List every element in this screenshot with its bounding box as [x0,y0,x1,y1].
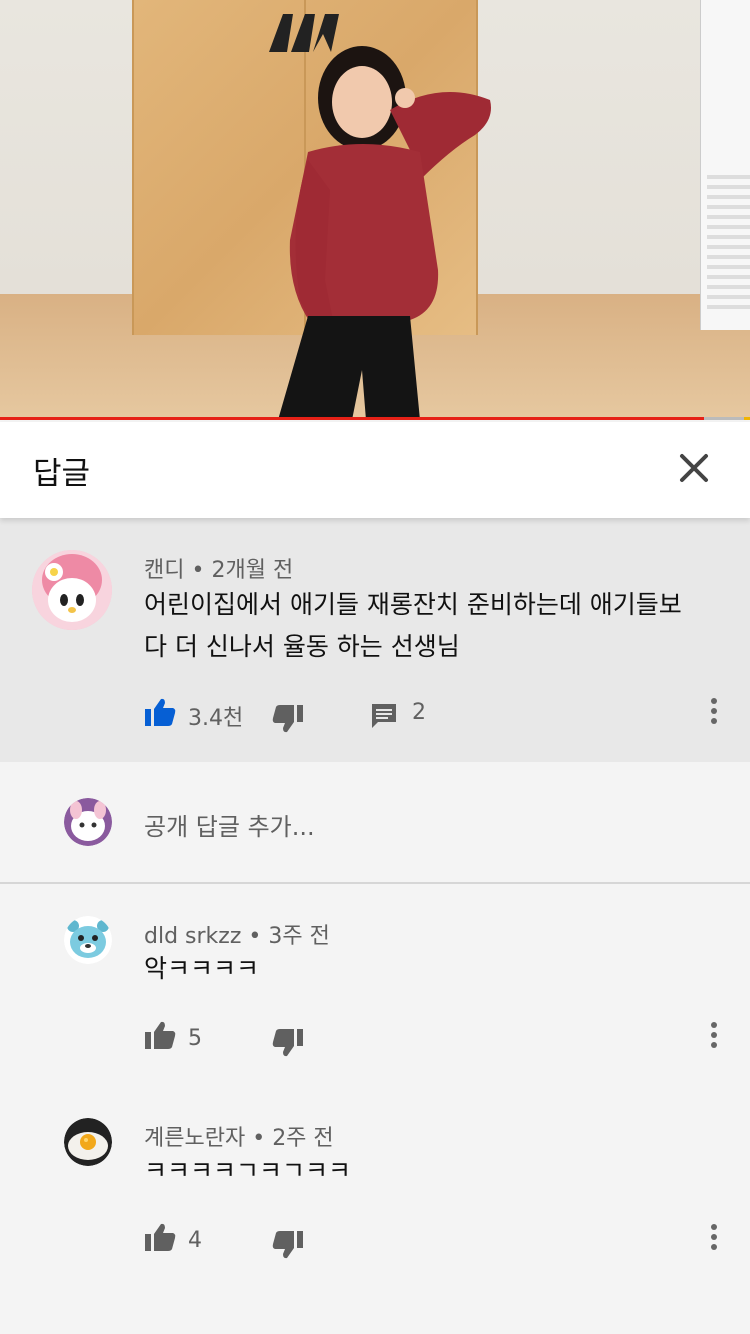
reply-input[interactable]: 공개 답글 추가... [144,807,315,842]
video-player[interactable] [0,0,750,420]
replies-panel-header: 답글 [0,422,750,518]
video-progress-buffer [744,417,750,420]
parent-comment: 캔디 • 2개월 전 어린이집에서 애기들 재롱잔치 준비하는데 애기들보 다 … [0,518,750,762]
avatar [64,798,112,846]
thumbs-down-icon[interactable] [272,1230,304,1260]
close-icon [680,454,708,482]
comment-meta: 캔디 • 2개월 전 [144,558,294,583]
comment-text-line: 다 더 신나서 율동 하는 선생님 [144,632,460,661]
comment-time: 2개월 전 [211,558,294,583]
thumbs-up-icon[interactable] [144,1222,176,1252]
comment-time: 3주 전 [268,924,330,949]
close-button[interactable] [672,446,716,490]
comment-author[interactable]: dld srkzz [144,924,241,949]
panel-title: 답글 [33,456,91,492]
comment-text: ㅋㅋㅋㅋㄱㅋㄱㅋㅋ [144,1156,352,1185]
comment-icon[interactable] [370,702,398,730]
like-count: 3.4천 [188,706,244,731]
comment-text: 어린이집에서 애기들 재롱잔치 준비하는데 애기들보 다 더 신나서 율동 하는… [144,584,724,668]
video-dancer [278,46,491,420]
comment-time: 2주 전 [272,1126,334,1151]
avatar[interactable] [64,916,112,964]
comment-author[interactable]: 계른노란자 [144,1126,245,1151]
air-conditioner [700,0,750,330]
thumbs-down-icon[interactable] [272,1028,304,1058]
comment-text-line: 어린이집에서 애기들 재롱잔치 준비하는데 애기들보 [144,590,682,619]
avatar[interactable] [64,1118,112,1166]
like-count: 5 [188,1026,202,1051]
more-vertical-icon[interactable] [702,1220,726,1260]
comment-meta: 계른노란자 • 2주 전 [144,1126,334,1151]
comment-author[interactable]: 캔디 [144,558,184,583]
thumbs-up-icon[interactable] [144,1020,176,1050]
more-vertical-icon[interactable] [702,1018,726,1058]
comment-meta: dld srkzz • 3주 전 [144,924,330,949]
reply-count: 2 [412,700,426,725]
more-vertical-icon[interactable] [702,694,726,734]
thumbs-up-icon[interactable] [144,697,176,727]
video-progress-played [0,417,704,420]
add-reply-box: 공개 답글 추가... [0,762,750,884]
avatar[interactable] [32,550,112,630]
video-progress-bar[interactable] [0,417,750,420]
comment-text: 악ㅋㅋㅋㅋ [144,954,260,983]
like-count: 4 [188,1228,202,1253]
thumbs-down-icon[interactable] [272,704,304,734]
